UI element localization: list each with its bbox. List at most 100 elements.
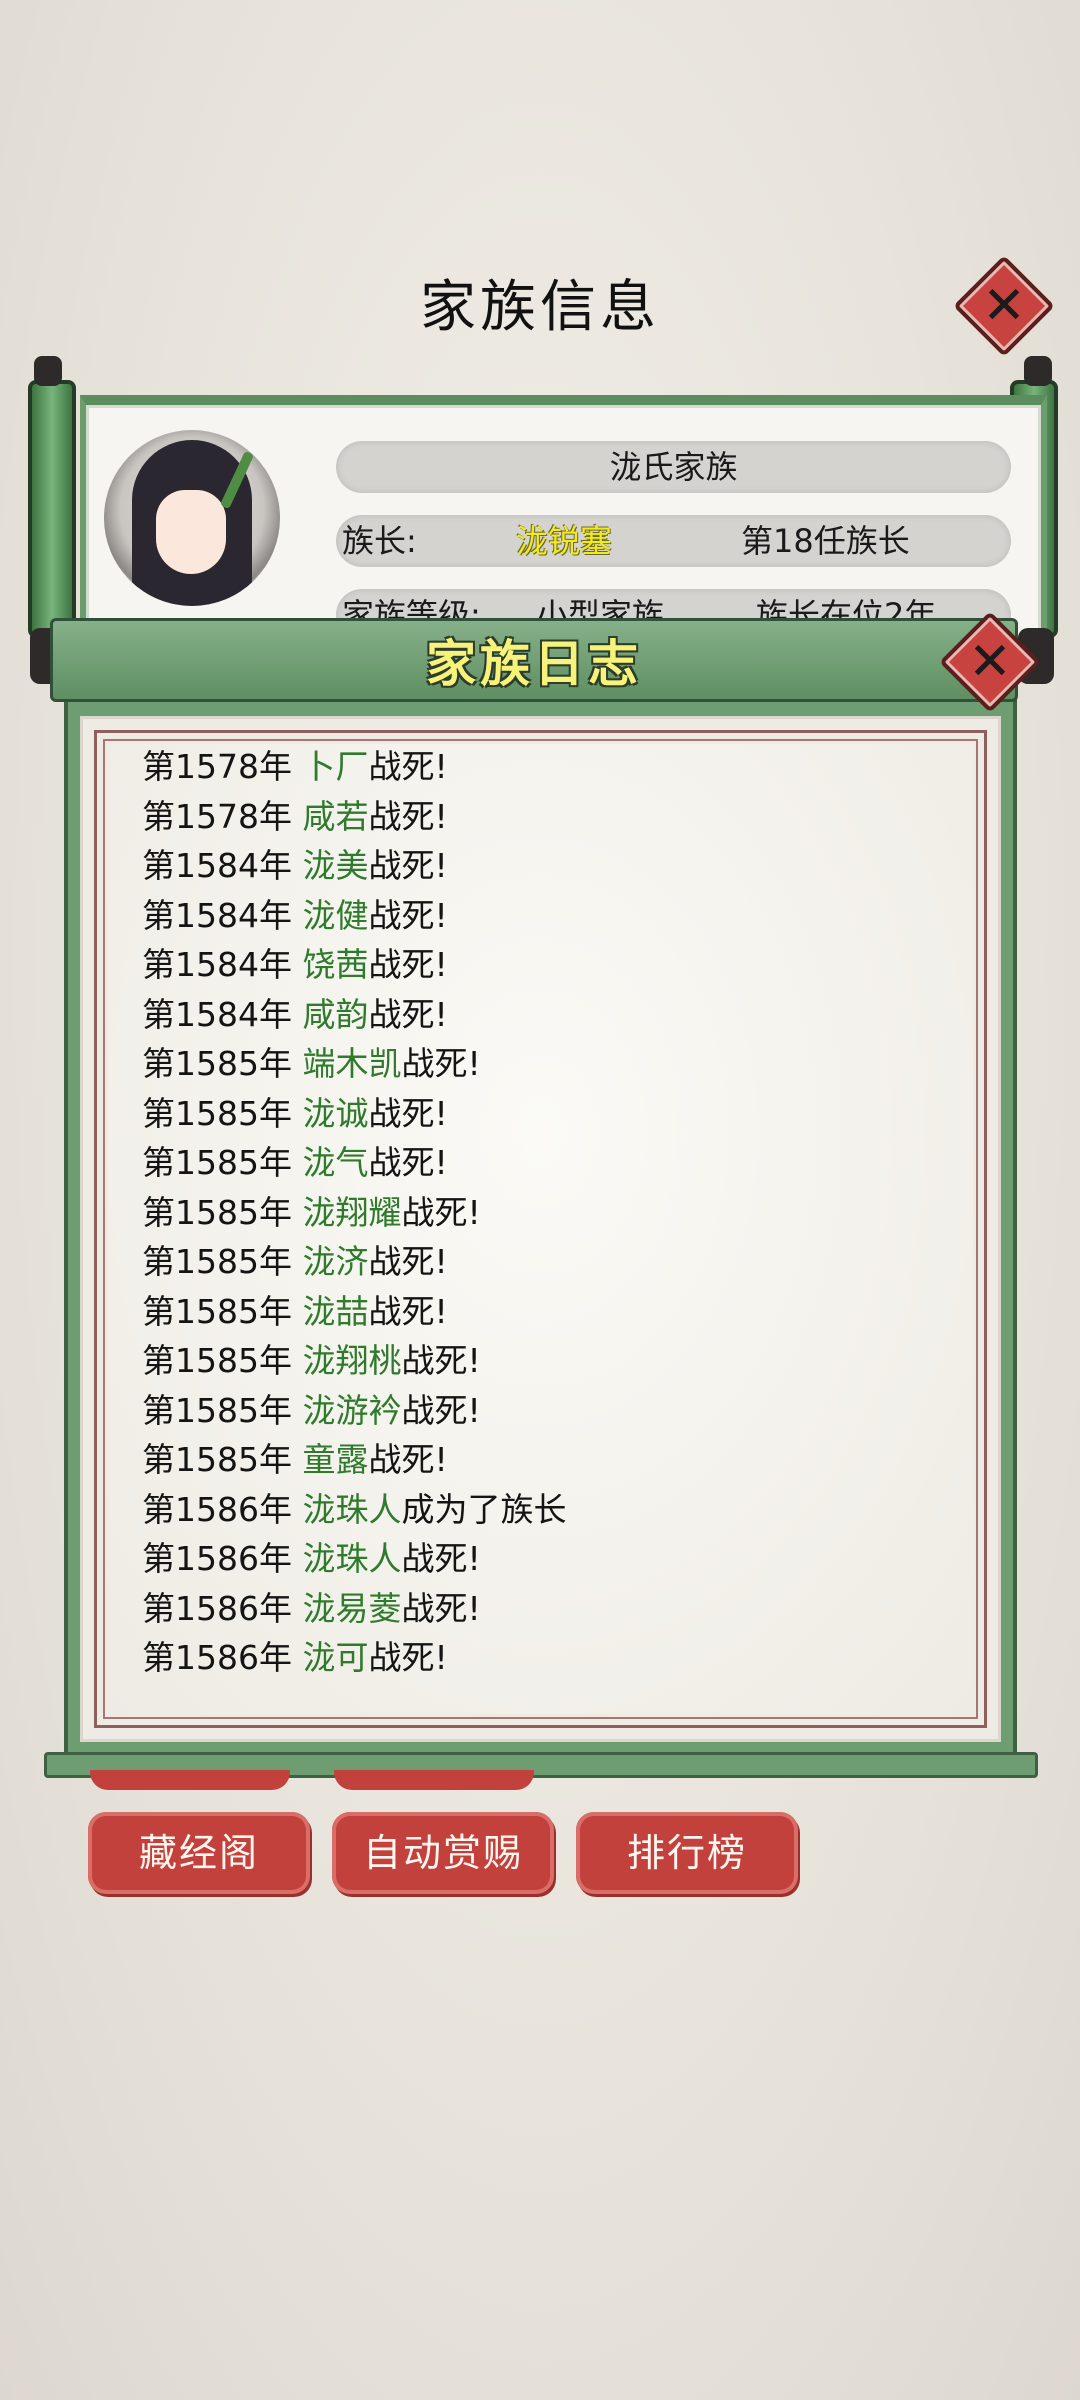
log-entry-year: 第1585年 [142, 1192, 292, 1232]
log-entry-name[interactable]: 泷济 [302, 1242, 368, 1281]
log-entry: 第1585年 泷游衿战死! [142, 1386, 962, 1436]
log-header: 家族日志 [50, 618, 1018, 702]
log-entry-year: 第1585年 [142, 1440, 292, 1479]
log-entry-year: 第1584年 [142, 895, 292, 935]
hidden-button-edge [334, 1770, 534, 1790]
log-entry-event: 战死! [401, 1192, 481, 1232]
auto-reward-button[interactable]: 自动赏赐 [332, 1812, 554, 1894]
page-title: 家族信息 [420, 275, 660, 340]
log-dialog: 第1578年 卜厂战死! 第1578年 咸若战死! 第1584年 泷美战死! 第158… [64, 694, 1017, 1760]
log-entry-name[interactable]: 饶茜 [302, 945, 368, 984]
log-entry: 第1585年 泷翔桃战死! [142, 1336, 962, 1386]
log-entry-year: 第1584年 [142, 994, 292, 1034]
log-entry: 第1585年 端木凯战死! [142, 1039, 962, 1089]
log-entry-name[interactable]: 泷珠人 [302, 1539, 401, 1578]
log-entry-event: 战死! [368, 1291, 448, 1331]
log-entry-event: 战死! [368, 796, 448, 836]
log-entry: 第1584年 饶茜战死! [142, 940, 962, 990]
log-entry-year: 第1586年 [142, 1489, 292, 1529]
log-entry-name[interactable]: 咸韵 [302, 995, 368, 1034]
log-entry: 第1586年 泷可战死! [142, 1633, 962, 1683]
log-entry: 第1585年 泷诚战死! [142, 1089, 962, 1139]
log-entry-name[interactable]: 端木凯 [302, 1044, 401, 1083]
log-entry-year: 第1585年 [142, 1291, 292, 1331]
log-entry-event: 战死! [368, 1440, 448, 1479]
log-entry-event: 战死! [401, 1390, 481, 1430]
leader-label: 族长: [342, 522, 417, 560]
log-entry-event: 战死! [368, 747, 448, 786]
close-icon: ✕ [982, 276, 1026, 336]
log-entry-event: 战死! [368, 1242, 448, 1281]
log-entry-event: 战死! [368, 1093, 448, 1133]
log-entry-event: 战死! [368, 846, 448, 885]
log-entry-name[interactable]: 泷喆 [302, 1292, 368, 1331]
log-paper: 第1578年 卜厂战死! 第1578年 咸若战死! 第1584年 泷美战死! 第158… [80, 716, 1001, 1742]
log-entry-year: 第1585年 [142, 1390, 292, 1430]
log-entry-name[interactable]: 咸若 [302, 797, 368, 836]
log-entry-event: 战死! [368, 945, 448, 984]
scroll-cap [34, 356, 62, 386]
log-entry-year: 第1578年 [142, 747, 292, 786]
log-entry-year: 第1586年 [142, 1588, 292, 1628]
log-entry-year: 第1584年 [142, 846, 292, 885]
family-info-panel: 泷氏家族 族长: 泷锐塞 第18任族长 家族等级: 小型家族 族长在位2年 [28, 356, 1058, 656]
log-entry: 第1585年 泷喆战死! [142, 1287, 962, 1337]
family-name-row: 泷氏家族 [336, 441, 1011, 493]
log-entry-name[interactable]: 童露 [302, 1440, 368, 1479]
log-entry: 第1584年 咸韵战死! [142, 990, 962, 1040]
log-entry-event: 战死! [401, 1539, 481, 1578]
log-entry-year: 第1586年 [142, 1539, 292, 1578]
log-entry-event: 战死! [368, 1638, 448, 1677]
log-entry-event: 战死! [401, 1341, 481, 1380]
log-entry-year: 第1585年 [142, 1341, 292, 1380]
leader-row: 族长: 泷锐塞 第18任族长 [336, 515, 1011, 567]
log-entry-year: 第1585年 [142, 1242, 292, 1281]
log-entry-name[interactable]: 泷翔耀 [302, 1193, 401, 1232]
log-entry-name[interactable]: 泷健 [302, 896, 368, 935]
log-entry-event: 战死! [368, 895, 448, 935]
log-entry-event: 战死! [401, 1588, 481, 1628]
log-entry-name[interactable]: 泷可 [302, 1638, 368, 1677]
log-entry-name[interactable]: 泷翔桃 [302, 1341, 401, 1380]
ranking-button[interactable]: 排行榜 [576, 1812, 798, 1894]
log-entry: 第1578年 卜厂战死! [142, 744, 962, 792]
log-entry: 第1585年 童露战死! [142, 1435, 962, 1485]
log-entry-event: 战死! [368, 994, 448, 1034]
log-entry-event: 战死! [401, 1044, 481, 1083]
family-name: 泷氏家族 [609, 448, 738, 486]
log-scroll-area[interactable]: 第1578年 卜厂战死! 第1578年 咸若战死! 第1584年 泷美战死! 第158… [108, 744, 973, 1714]
close-icon: ✕ [968, 632, 1012, 692]
log-entry-year: 第1584年 [142, 945, 292, 984]
log-entry-year: 第1585年 [142, 1143, 292, 1182]
log-entry: 第1586年 泷珠人成为了族长 [142, 1485, 962, 1535]
log-entry-name[interactable]: 卜厂 [302, 747, 368, 786]
log-entry: 第1586年 泷珠人战死! [142, 1534, 962, 1584]
scroll-roller-left [28, 380, 76, 638]
leader-rank: 第18任族长 [741, 522, 910, 560]
log-title: 家族日志 [426, 635, 642, 693]
log-entry-name[interactable]: 泷美 [302, 846, 368, 885]
log-entry: 第1586年 泷易菱战死! [142, 1584, 962, 1634]
library-button[interactable]: 藏经阁 [88, 1812, 310, 1894]
log-entry: 第1585年 泷翔耀战死! [142, 1188, 962, 1238]
log-entry-name[interactable]: 泷游衿 [302, 1391, 401, 1430]
leader-avatar [104, 430, 280, 606]
log-entry-year: 第1585年 [142, 1044, 292, 1083]
log-entry-year: 第1585年 [142, 1093, 292, 1133]
log-entry-name[interactable]: 泷诚 [302, 1094, 368, 1133]
log-entry-name[interactable]: 泷珠人 [302, 1490, 401, 1529]
log-entry: 第1585年 泷气战死! [142, 1138, 962, 1188]
log-entry-event: 战死! [368, 1143, 448, 1182]
scroll-cap [1024, 356, 1052, 386]
log-entry: 第1584年 泷美战死! [142, 841, 962, 891]
log-list: 第1578年 卜厂战死! 第1578年 咸若战死! 第1584年 泷美战死! 第158… [142, 744, 962, 1683]
log-entry-name[interactable]: 泷气 [302, 1143, 368, 1182]
log-entry: 第1585年 泷济战死! [142, 1237, 962, 1287]
log-entry-name[interactable]: 泷易菱 [302, 1589, 401, 1628]
family-info-paper: 泷氏家族 族长: 泷锐塞 第18任族长 家族等级: 小型家族 族长在位2年 [80, 395, 1047, 656]
leader-name[interactable]: 泷锐塞 [516, 515, 612, 567]
log-entry-year: 第1578年 [142, 796, 292, 836]
hidden-button-edge [90, 1770, 290, 1790]
log-entry: 第1584年 泷健战死! [142, 891, 962, 941]
log-entry: 第1578年 咸若战死! [142, 792, 962, 842]
